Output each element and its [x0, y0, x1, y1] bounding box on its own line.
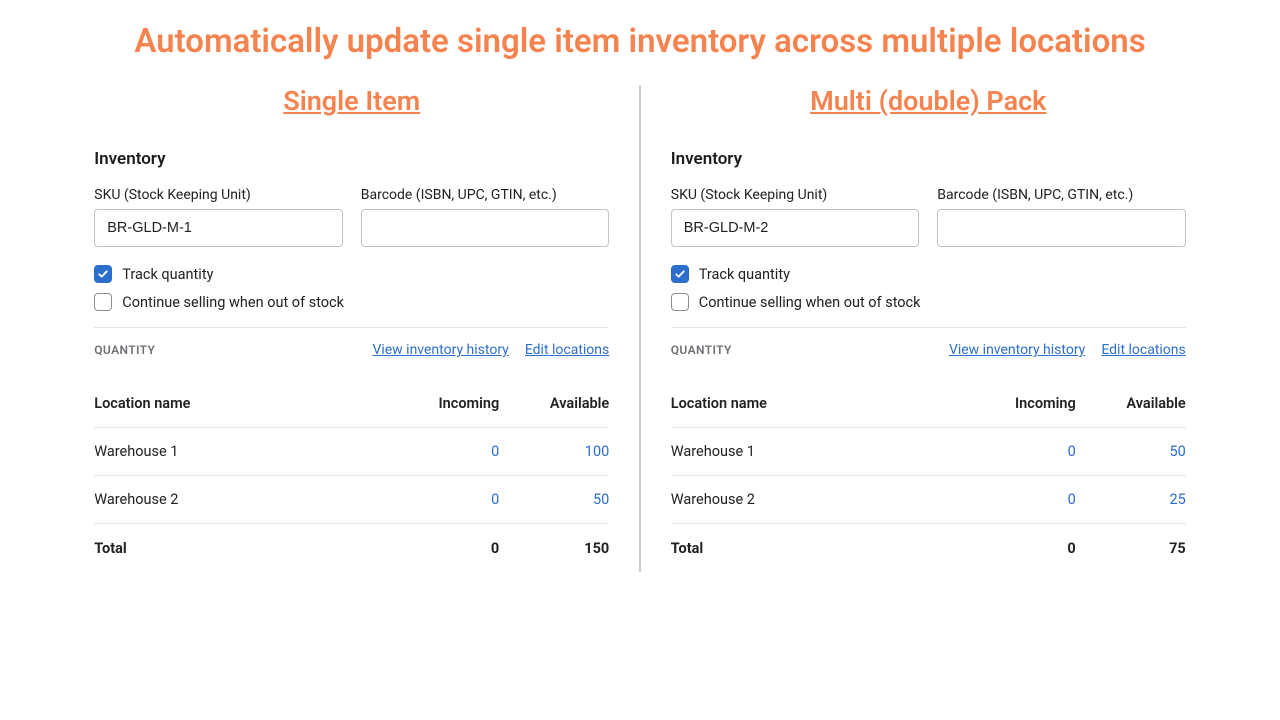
- col-available: Available: [1076, 395, 1186, 412]
- col-incoming: Incoming: [956, 395, 1076, 412]
- cell-incoming[interactable]: 0: [379, 491, 499, 508]
- table-header-row: Location name Incoming Available: [671, 380, 1186, 428]
- cell-available[interactable]: 50: [1076, 443, 1186, 460]
- table-row: Warehouse 1 0 100: [94, 428, 609, 476]
- continue-selling-label: Continue selling when out of stock: [699, 294, 921, 311]
- multi-pack-panel: Multi (double) Pack Inventory SKU (Stock…: [641, 85, 1186, 572]
- total-incoming: 0: [379, 540, 499, 557]
- view-history-link[interactable]: View inventory history: [949, 342, 1085, 358]
- locations-table: Location name Incoming Available Warehou…: [671, 380, 1186, 572]
- divider-line: [94, 327, 609, 328]
- barcode-label: Barcode (ISBN, UPC, GTIN, etc.): [361, 187, 610, 203]
- track-quantity-checkbox[interactable]: [94, 265, 112, 283]
- locations-table: Location name Incoming Available Warehou…: [94, 380, 609, 572]
- track-quantity-label: Track quantity: [122, 266, 213, 283]
- quantity-section-label: QUANTITY: [671, 343, 732, 357]
- total-available: 75: [1076, 540, 1186, 557]
- table-header-row: Location name Incoming Available: [94, 380, 609, 428]
- barcode-input[interactable]: [937, 209, 1186, 247]
- col-available: Available: [499, 395, 609, 412]
- barcode-label: Barcode (ISBN, UPC, GTIN, etc.): [937, 187, 1186, 203]
- total-label: Total: [94, 540, 379, 557]
- total-available: 150: [499, 540, 609, 557]
- col-incoming: Incoming: [379, 395, 499, 412]
- cell-location-name: Warehouse 1: [94, 443, 379, 460]
- total-incoming: 0: [956, 540, 1076, 557]
- cell-location-name: Warehouse 2: [671, 491, 956, 508]
- quantity-section-label: QUANTITY: [94, 343, 155, 357]
- edit-locations-link[interactable]: Edit locations: [525, 342, 609, 358]
- cell-available[interactable]: 25: [1076, 491, 1186, 508]
- panel-title-single: Single Item: [94, 85, 609, 117]
- table-row: Warehouse 1 0 50: [671, 428, 1186, 476]
- cell-location-name: Warehouse 1: [671, 443, 956, 460]
- table-row: Warehouse 2 0 25: [671, 476, 1186, 524]
- col-location-name: Location name: [94, 395, 379, 412]
- track-quantity-label: Track quantity: [699, 266, 790, 283]
- inventory-heading: Inventory: [94, 149, 609, 169]
- sku-label: SKU (Stock Keeping Unit): [671, 187, 920, 203]
- edit-locations-link[interactable]: Edit locations: [1101, 342, 1185, 358]
- cell-incoming[interactable]: 0: [379, 443, 499, 460]
- cell-available[interactable]: 100: [499, 443, 609, 460]
- continue-selling-label: Continue selling when out of stock: [122, 294, 344, 311]
- inventory-heading: Inventory: [671, 149, 1186, 169]
- view-history-link[interactable]: View inventory history: [372, 342, 508, 358]
- cell-incoming[interactable]: 0: [956, 491, 1076, 508]
- col-location-name: Location name: [671, 395, 956, 412]
- cell-available[interactable]: 50: [499, 491, 609, 508]
- sku-input[interactable]: [671, 209, 920, 247]
- single-item-panel: Single Item Inventory SKU (Stock Keeping…: [94, 85, 639, 572]
- page-title: Automatically update single item invento…: [60, 22, 1220, 61]
- table-total-row: Total 0 75: [671, 524, 1186, 572]
- cell-incoming[interactable]: 0: [956, 443, 1076, 460]
- barcode-input[interactable]: [361, 209, 610, 247]
- table-total-row: Total 0 150: [94, 524, 609, 572]
- total-label: Total: [671, 540, 956, 557]
- panel-title-multi: Multi (double) Pack: [671, 85, 1186, 117]
- cell-location-name: Warehouse 2: [94, 491, 379, 508]
- track-quantity-checkbox[interactable]: [671, 265, 689, 283]
- sku-label: SKU (Stock Keeping Unit): [94, 187, 343, 203]
- continue-selling-checkbox[interactable]: [94, 293, 112, 311]
- table-row: Warehouse 2 0 50: [94, 476, 609, 524]
- sku-input[interactable]: [94, 209, 343, 247]
- divider-line: [671, 327, 1186, 328]
- continue-selling-checkbox[interactable]: [671, 293, 689, 311]
